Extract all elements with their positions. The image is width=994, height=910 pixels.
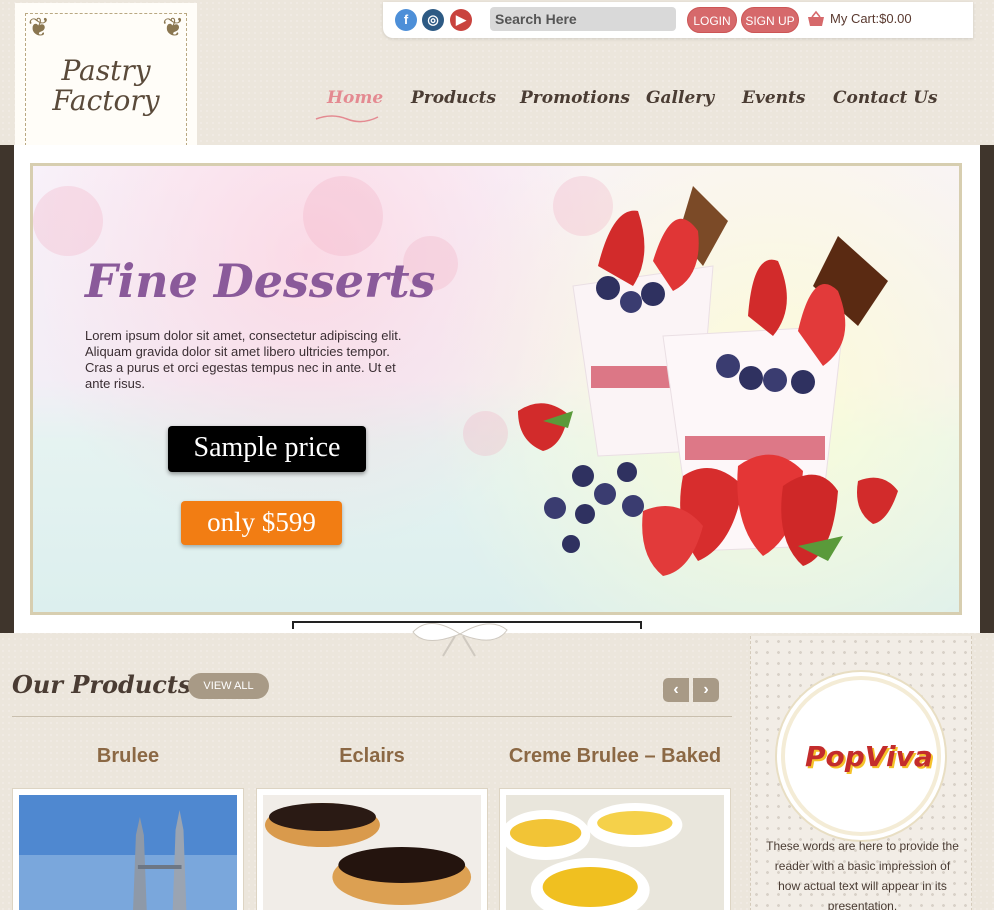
product-title[interactable]: Creme Brulee – Baked [500,745,730,768]
product-image [501,795,724,910]
hero-body-text: Lorem ipsum dolor sit amet, consectetur … [85,328,402,391]
product-title[interactable]: Eclairs [257,745,487,768]
ornament-icon: ❦ [28,12,50,42]
cart-summary[interactable]: My Cart:$0.00 [830,11,912,26]
sample-price-button[interactable]: Sample price [168,426,366,472]
ribbon-bow-icon [412,623,508,657]
product-card[interactable] [499,788,731,910]
search-input[interactable] [490,7,676,31]
bokeh-circle [33,186,103,256]
nav-item-promotions[interactable]: Promotions [520,88,630,108]
nav-item-contact[interactable]: Contact Us [833,88,938,108]
products-section-title: Our Products [12,670,192,699]
sponsor-badge[interactable]: PopViva [781,676,941,836]
price-button[interactable]: only $599 [181,501,342,545]
dessert-cups-image [518,186,898,576]
bokeh-circle [463,411,508,456]
sidebar-text: These words are here to provide the read… [766,839,959,910]
nav-item-gallery[interactable]: Gallery [646,88,714,108]
popviva-logo: PopViva [805,740,933,773]
logo-line: Factory [52,84,160,117]
product-image [263,795,481,910]
instagram-icon[interactable]: ◎ [422,9,444,31]
sidebar-panel: PopViva These words are here to provide … [750,636,972,910]
product-card[interactable] [256,788,488,910]
youtube-icon[interactable]: ▶ [450,9,472,31]
hero-slide: Fine Desserts Lorem ipsum dolor sit amet… [30,163,962,615]
logo-wordmark: Pastry Factory [26,56,186,116]
logo-line: Pastry [61,54,151,87]
carousel-prev-button[interactable]: ‹ [663,678,689,702]
ornament-icon: ❦ [162,12,184,42]
section-divider [12,716,732,717]
login-button[interactable]: LOGIN [687,7,737,33]
product-card[interactable] [12,788,244,910]
product-title[interactable]: Brulee [13,745,243,768]
view-all-button[interactable]: VIEW ALL [188,673,269,699]
nav-item-products[interactable]: Products [411,88,496,108]
bokeh-circle [303,176,383,256]
nav-item-events[interactable]: Events [742,88,805,108]
carousel-next-button[interactable]: › [693,678,719,702]
facebook-icon[interactable]: f [395,9,417,31]
signup-button[interactable]: SIGN UP [741,7,799,33]
hero-title: Fine Desserts [85,254,436,308]
basket-icon[interactable] [806,10,826,28]
product-image [19,795,237,910]
nav-item-home[interactable]: Home [327,88,383,108]
top-utility-bar: f ◎ ▶ LOGIN SIGN UP My Cart:$0.00 [383,2,973,38]
active-swirl-icon [315,115,379,123]
